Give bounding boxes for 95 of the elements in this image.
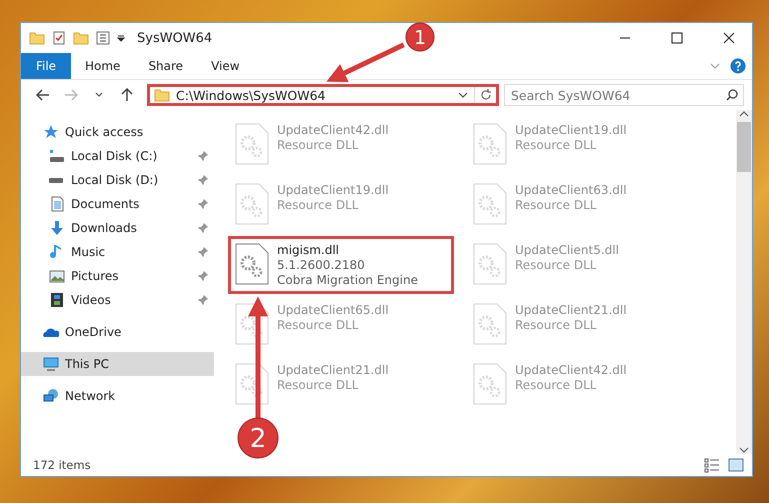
monitor-icon [43,356,59,372]
callout-badge [238,418,278,458]
navigation-item[interactable]: Local Disk (C:) [21,144,214,168]
dll-file-icon [473,183,507,225]
network-icon [43,388,59,404]
pin-icon [198,151,208,161]
file-detail: Resource DLL [515,318,598,332]
scrollbar-thumb[interactable] [737,122,751,172]
dropdown-caret-icon [117,34,125,42]
minimize-icon [619,37,631,39]
properties-icon [95,30,111,46]
details-view-icon [704,457,720,473]
pin-icon [198,271,208,281]
file-name: UpdateClient42.dll [515,363,627,377]
scroll-up-icon[interactable] [739,110,749,118]
chevron-down-icon [95,92,103,98]
ribbon-tab[interactable]: Share [134,53,198,79]
file-name: UpdateClient19.dll [515,123,627,137]
dll-file-icon [473,303,507,345]
file-name: UpdateClient19.dll [277,183,389,197]
film-icon [49,292,65,308]
file-detail: 5.1.2600.2180 [277,258,366,272]
dll-file-icon [473,123,507,165]
navigation-item[interactable]: Local Disk (D:) [21,168,214,192]
up-arrow-icon [121,88,133,102]
ribbon-tab[interactable]: Home [71,53,134,79]
dll-file-icon [473,243,507,285]
navigation-item[interactable]: Network [21,384,214,408]
file-name: UpdateClient21.dll [277,363,389,377]
close-icon [723,32,735,44]
highlighted-file-item[interactable]: migism.dll 5.1.2600.2180 Cobra Migration Engine [228,236,454,294]
forward-arrow-icon [64,89,78,101]
address-bar[interactable]: C:\Windows\SysWOW64 [147,84,499,106]
large-icons-view-icon [728,457,744,473]
pin-icon [198,247,208,257]
file-name: UpdateClient21.dll [515,303,627,317]
file-name: UpdateClient65.dll [277,303,389,317]
folder-icon [73,30,89,46]
window-title: SysWOW64 [137,30,212,46]
item-count: 172 items [33,458,92,472]
callout-badge [406,22,434,52]
callout-number: 1 [414,27,426,49]
file-detail: Resource DLL [277,378,360,392]
navigation-item[interactable]: This PC [21,352,214,376]
file-detail: Resource DLL [277,318,360,332]
dll-file-icon [235,243,269,285]
pin-icon [198,223,208,233]
scroll-down-icon[interactable] [739,446,749,454]
folder-icon [29,30,45,46]
checklist-icon [51,30,67,46]
dll-file-icon [473,363,507,405]
callout-number: 2 [250,424,266,454]
pin-icon [198,175,208,185]
picture-icon [49,268,65,284]
file-detail: Resource DLL [277,138,360,152]
dll-file-icon [235,303,269,345]
vertical-scrollbar[interactable] [736,110,752,454]
file-detail: Resource DLL [515,198,598,212]
navigation-item[interactable]: Quick access [21,120,214,144]
navigation-item[interactable]: Downloads [21,216,214,240]
pin-icon [198,295,208,305]
file-detail: Cobra Migration Engine [277,273,418,287]
ribbon-tab[interactable]: View [197,53,254,79]
dll-file-icon [235,123,269,165]
pin-icon [198,199,208,209]
navigation-item[interactable]: Music [21,240,214,264]
navigation-item[interactable]: Documents [21,192,214,216]
file-detail: Resource DLL [515,138,598,152]
maximize-icon [671,32,683,44]
back-arrow-icon [36,89,50,101]
file-detail: Resource DLL [515,378,598,392]
search-field[interactable]: Search SysWOW64 [504,84,744,106]
dropdown-chevron-icon [458,90,468,100]
document-icon [49,196,65,212]
file-detail: Resource DLL [277,198,360,212]
refresh-icon [480,89,492,101]
star-icon [43,124,59,140]
drive-icon [49,178,63,182]
download-arrow-icon [49,220,65,236]
help-icon [730,58,746,74]
file-name: UpdateClient5.dll [515,243,619,257]
file-name: migism.dll [277,243,340,257]
drive-icon [49,148,65,164]
navigation-item[interactable]: Pictures [21,264,214,288]
file-detail: Resource DLL [515,258,598,272]
search-icon [726,89,738,101]
file-name: UpdateClient63.dll [515,183,627,197]
file-name: UpdateClient42.dll [277,123,389,137]
dll-file-icon [235,183,269,225]
navigation-item[interactable]: Videos [21,288,214,312]
folder-icon [154,87,170,103]
dll-file-icon [235,363,269,405]
file-tab[interactable]: File [21,53,71,79]
expand-chevron-icon [710,61,720,71]
navigation-item[interactable]: OneDrive [21,320,214,344]
